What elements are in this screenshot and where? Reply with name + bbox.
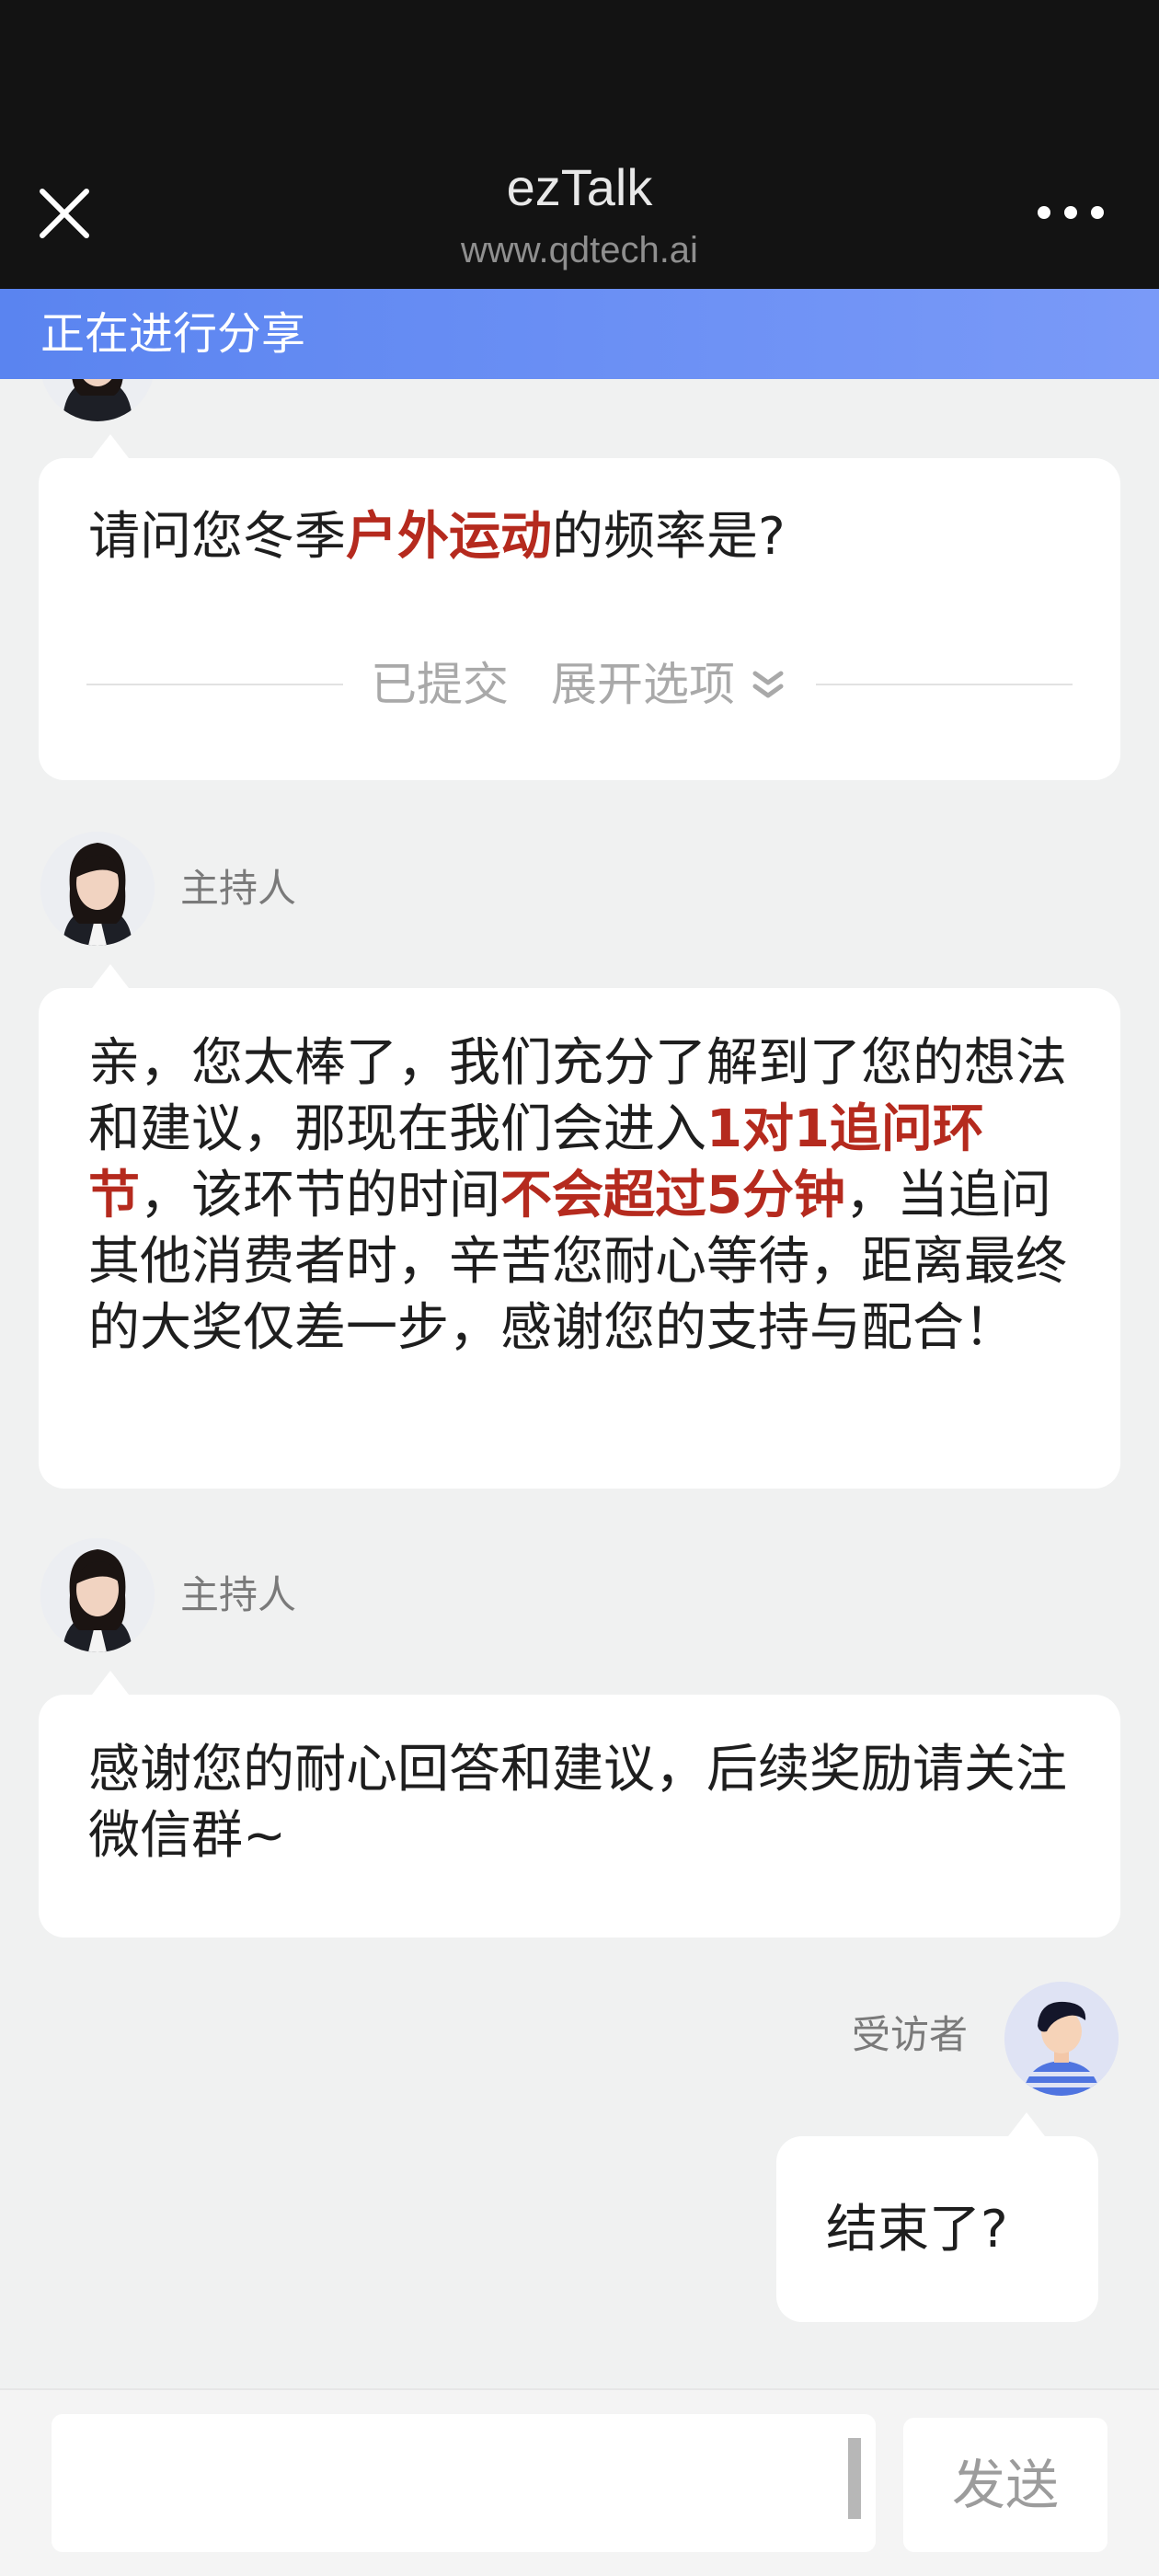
app-title: ezTalk	[506, 158, 653, 216]
chat-area[interactable]: 请问您冬季户外运动的频率是? 已提交 展开选项 主持人 亲，您太棒了，我们充分了…	[0, 379, 1159, 2388]
message-input-bar: 发送	[0, 2388, 1159, 2576]
question-card: 请问您冬季户外运动的频率是? 已提交 展开选项	[39, 434, 1120, 780]
host-avatar	[40, 832, 155, 946]
host-avatar	[40, 1538, 155, 1652]
message-text: 亲，您太棒了，我们充分了解到了您的想法和建议，那现在我们会进入1对1追问环节，该…	[88, 1033, 1067, 1358]
guest-avatar	[1004, 1982, 1119, 2096]
more-button[interactable]	[1030, 193, 1111, 230]
guest-message-bubble: 结束了?	[776, 2112, 1098, 2322]
host-message-bubble: 感谢您的耐心回答和建议，后续奖励请关注微信群~	[39, 1671, 1120, 1938]
message-text: 结束了?	[826, 2200, 1008, 2260]
app-header: ezTalk www.qdtech.ai	[0, 0, 1159, 289]
submitted-label: 已提交	[371, 658, 509, 711]
expand-options-button[interactable]: 展开选项	[551, 651, 735, 718]
speaker-name: 主持人	[180, 866, 297, 911]
host-avatar	[40, 379, 155, 421]
message-input[interactable]	[52, 2414, 876, 2552]
more-dots-icon	[1038, 206, 1050, 219]
question-text: 请问您冬季户外运动的频率是?	[88, 507, 786, 567]
app-url: www.qdtech.ai	[461, 230, 698, 270]
speaker-name: 主持人	[180, 1572, 297, 1617]
text-caret	[848, 2438, 861, 2519]
send-button[interactable]: 发送	[903, 2418, 1107, 2552]
message-text: 感谢您的耐心回答和建议，后续奖励请关注微信群~	[88, 1740, 1067, 1866]
speaker-name: 受访者	[852, 2012, 969, 2057]
host-message-bubble: 亲，您太棒了，我们充分了解到了您的想法和建议，那现在我们会进入1对1追问环节，该…	[39, 964, 1120, 1489]
sharing-banner: 正在进行分享	[0, 289, 1159, 379]
double-chevron-down-icon[interactable]	[748, 664, 788, 705]
